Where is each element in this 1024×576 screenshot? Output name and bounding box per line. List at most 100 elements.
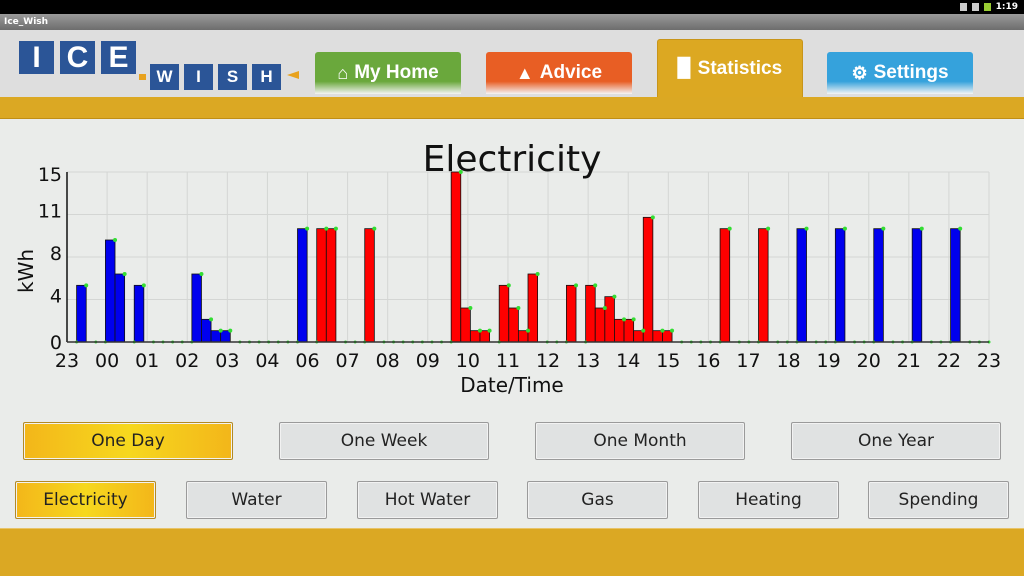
footer-bar	[0, 528, 1024, 576]
tab-label: Statistics	[697, 57, 783, 79]
data-point	[516, 306, 521, 310]
logo: I C E W I S H	[0, 30, 300, 97]
x-tick-label: 19	[817, 350, 841, 372]
x-tick-label: 08	[376, 350, 400, 372]
chart-bar	[834, 228, 846, 343]
chart-bar	[498, 284, 510, 343]
y-tick-label: 11	[38, 201, 62, 223]
data-point	[804, 226, 809, 231]
chart-bar	[316, 228, 327, 343]
data-point	[631, 317, 636, 322]
chart-bar	[911, 228, 923, 343]
x-tick-label: 15	[656, 350, 680, 372]
chart-bar	[220, 330, 231, 343]
tab-underline-bar	[0, 97, 1024, 119]
data-point	[324, 226, 329, 231]
data-point	[842, 226, 847, 231]
spending-button[interactable]: Spending	[868, 481, 1009, 519]
tab-my-home[interactable]: ⌂ My Home	[315, 52, 461, 94]
data-point	[209, 317, 214, 322]
y-tick-label: 15	[38, 164, 62, 186]
one-day-button[interactable]: One Day	[23, 422, 233, 460]
tab-statistics[interactable]: ▉ Statistics	[657, 39, 803, 97]
data-point	[919, 226, 924, 231]
chart-bar	[469, 330, 481, 343]
x-tick-label: 03	[215, 350, 239, 372]
heating-button[interactable]: Heating	[698, 481, 839, 519]
x-tick-label: 04	[255, 350, 279, 372]
data-point	[487, 328, 492, 333]
chart-bar	[796, 228, 807, 343]
window-title: Ice_Wish	[0, 14, 1024, 30]
chart-bar	[662, 330, 673, 343]
x-tick-label: 14	[616, 350, 640, 372]
chart-bar	[325, 228, 337, 343]
tab-settings[interactable]: ⚙ Settings	[827, 52, 973, 94]
x-axis-label: Date/Time	[460, 373, 564, 397]
chart-bar	[614, 318, 625, 343]
y-tick-label: 0	[50, 332, 62, 354]
chart-bar	[633, 330, 644, 343]
x-tick-label: 10	[456, 350, 480, 372]
y-tick-label: 8	[50, 243, 62, 265]
electricity-chart: 23 00 01 02 03 04 06 07 08 09 10 11 12 13 14 15 16 17 18 19…	[14, 139, 1001, 397]
chart-bar	[652, 330, 663, 343]
logo-letter: W	[150, 64, 179, 90]
data-point	[84, 283, 89, 288]
x-tick-label: 02	[175, 350, 199, 372]
data-point	[574, 283, 579, 288]
chart-bar	[566, 284, 577, 343]
x-tick-label: 16	[696, 350, 720, 372]
tab-advice[interactable]: ▲ Advice	[486, 52, 632, 94]
warning-icon: ▲	[515, 62, 534, 83]
tab-label: My Home	[354, 62, 439, 83]
x-tick-label: 13	[576, 350, 600, 372]
logo-letter: H	[252, 64, 281, 90]
gas-button[interactable]: Gas	[527, 481, 668, 519]
chart-bar	[114, 273, 126, 343]
data-point	[526, 328, 530, 333]
chart-bar	[364, 228, 375, 343]
data-point	[612, 294, 617, 299]
chart-bar	[210, 330, 222, 343]
electricity-button[interactable]: Electricity	[15, 481, 156, 519]
data-point	[670, 328, 675, 333]
tab-label: Advice	[539, 62, 603, 83]
chart-bar	[105, 239, 116, 343]
x-tick-label: 17	[736, 350, 760, 372]
logo-letter: S	[218, 64, 247, 90]
data-point	[641, 328, 646, 333]
one-year-button[interactable]: One Year	[791, 422, 1001, 460]
chart-title: Electricity	[423, 139, 602, 180]
x-tick-label: 01	[135, 350, 159, 372]
one-month-button[interactable]: One Month	[535, 422, 745, 460]
chart-bar	[201, 318, 212, 343]
logo-letter: I	[19, 41, 54, 74]
data-point	[660, 328, 665, 333]
x-tick-label: 20	[857, 350, 881, 372]
one-week-button[interactable]: One Week	[279, 422, 489, 460]
chart-bar	[594, 307, 606, 343]
chart-bar	[297, 228, 308, 343]
x-tick-label: 22	[937, 350, 961, 372]
chart-bar	[642, 216, 654, 343]
x-tick-label: 09	[416, 350, 440, 372]
usb-icon	[959, 2, 967, 11]
chart-bar	[450, 171, 462, 343]
hot-water-button[interactable]: Hot Water	[357, 481, 498, 519]
chart-bar	[191, 273, 202, 343]
header: I C E W I S H ⌂ My Home ▲ Advice ▉ Statisti…	[0, 30, 1024, 97]
chart-bar	[950, 228, 961, 343]
chart-bar	[873, 228, 884, 343]
chart-bar	[76, 284, 87, 343]
x-tick-label: 21	[897, 350, 921, 372]
data-point	[218, 328, 223, 333]
chart-bar	[719, 228, 731, 343]
data-point	[958, 226, 963, 231]
tab-label: Settings	[873, 62, 949, 83]
data-point	[766, 226, 771, 231]
data-point	[228, 328, 233, 333]
water-button[interactable]: Water	[186, 481, 327, 519]
data-point	[650, 215, 655, 220]
chart-bar	[133, 284, 145, 343]
